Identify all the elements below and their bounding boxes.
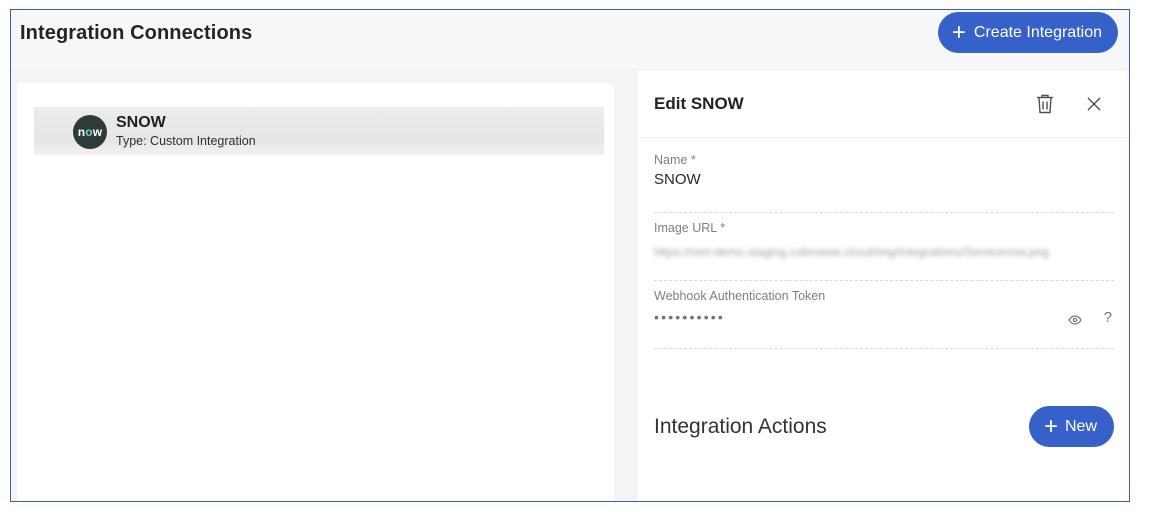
plus-icon: +	[1043, 412, 1058, 440]
close-icon	[1087, 97, 1101, 111]
integration-name: SNOW	[116, 114, 166, 131]
webhook-token-field-value[interactable]: ••••••••••	[654, 309, 725, 325]
name-field[interactable]: Name * SNOW	[654, 153, 1114, 213]
plus-icon: +	[951, 18, 966, 46]
image-url-field[interactable]: Image URL * https://cert-demo.staging.co…	[654, 221, 1114, 281]
create-integration-button[interactable]: + Create Integration	[937, 12, 1118, 53]
close-button[interactable]	[1080, 90, 1108, 118]
page-title: Integration Connections	[20, 22, 253, 44]
new-action-button[interactable]: + New	[1028, 406, 1114, 447]
name-field-value[interactable]: SNOW	[654, 171, 701, 188]
integration-list-area: now SNOW Type: Custom Integration	[11, 70, 636, 501]
avatar: now	[73, 115, 107, 149]
edit-panel: Edit SNOW Name * SNOW Image URL * https:…	[636, 70, 1129, 501]
help-icon[interactable]: ?	[1104, 309, 1112, 326]
servicenow-logo-icon: now	[77, 125, 103, 139]
edit-panel-header: Edit SNOW	[637, 70, 1129, 138]
app-window: Integration Connections + Create Integra…	[10, 9, 1130, 502]
integration-list-item[interactable]: now SNOW Type: Custom Integration	[34, 107, 604, 155]
integration-actions-title: Integration Actions	[654, 415, 827, 438]
integration-list: now SNOW Type: Custom Integration	[17, 83, 614, 501]
delete-button[interactable]	[1031, 90, 1059, 118]
eye-icon	[1068, 315, 1082, 325]
edit-panel-title: Edit SNOW	[654, 94, 744, 113]
trash-icon	[1037, 94, 1053, 114]
webhook-token-field-label: Webhook Authentication Token	[654, 289, 826, 303]
image-url-field-value[interactable]: https://cert-demo.staging.cobrowse.cloud…	[654, 245, 1114, 259]
show-token-button[interactable]	[1066, 313, 1084, 327]
image-url-field-label: Image URL *	[654, 221, 726, 235]
name-field-label: Name *	[654, 153, 696, 167]
page-header: Integration Connections + Create Integra…	[11, 10, 1129, 70]
new-action-label: New	[1064, 417, 1097, 435]
webhook-token-field[interactable]: Webhook Authentication Token •••••••••• …	[654, 289, 1114, 349]
integration-type: Type: Custom Integration	[116, 134, 256, 148]
create-integration-label: Create Integration	[973, 23, 1102, 41]
